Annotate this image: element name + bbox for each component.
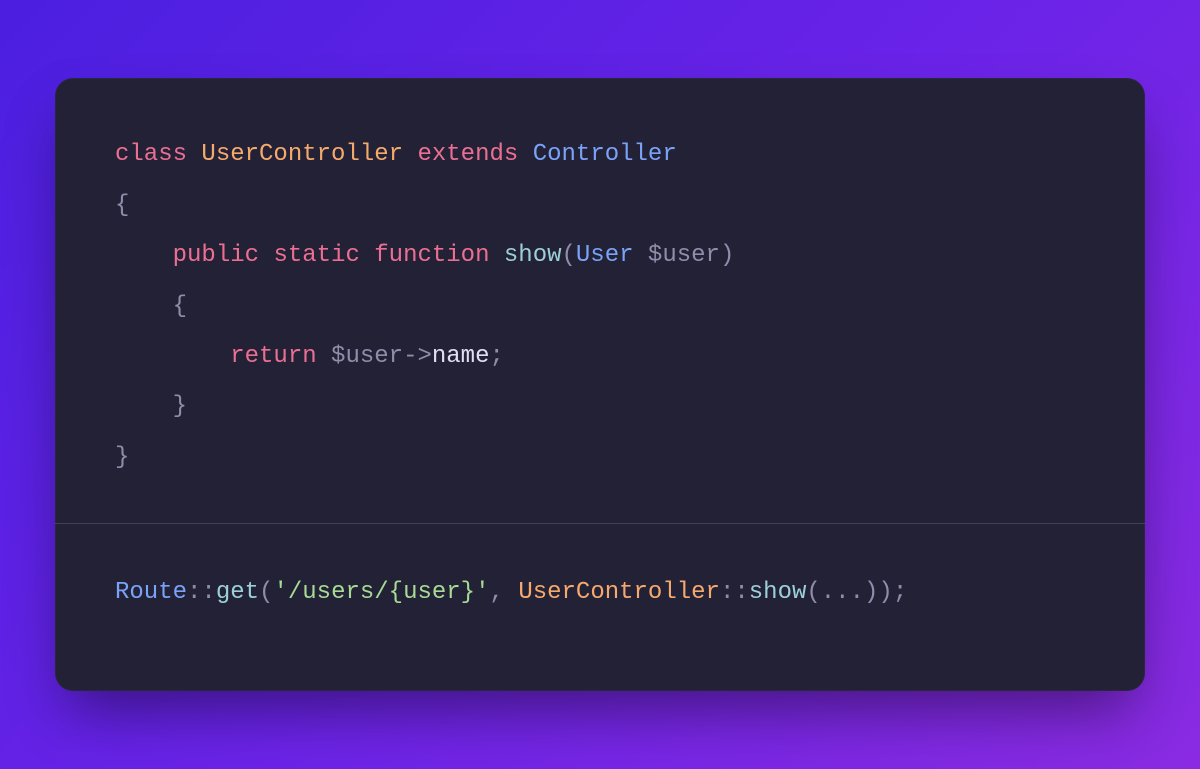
double-colon: :: xyxy=(720,579,749,606)
route-class: Route xyxy=(115,579,187,606)
code-line: { xyxy=(115,293,187,320)
keyword-static: static xyxy=(273,242,359,269)
brace-open: { xyxy=(115,192,129,219)
double-colon: :: xyxy=(187,579,216,606)
keyword-function: function xyxy=(374,242,489,269)
arrow-op: -> xyxy=(403,343,432,370)
indent xyxy=(115,293,173,320)
brace-close: } xyxy=(115,444,129,471)
show-method: show xyxy=(749,579,807,606)
paren-open: ( xyxy=(562,242,576,269)
keyword-extends: extends xyxy=(417,141,518,168)
code-card: class UserController extends Controller … xyxy=(55,78,1145,690)
code-line: { xyxy=(115,192,129,219)
base-class: Controller xyxy=(533,141,677,168)
paren-close: ) xyxy=(878,579,892,606)
semicolon: ; xyxy=(489,343,503,370)
function-name: show xyxy=(504,242,562,269)
keyword-class: class xyxy=(115,141,187,168)
keyword-public: public xyxy=(173,242,259,269)
controller-class: UserController xyxy=(518,579,720,606)
brace-open: { xyxy=(173,293,187,320)
variable: $user xyxy=(331,343,403,370)
get-method: get xyxy=(216,579,259,606)
route-string: '/users/{user}' xyxy=(273,579,489,606)
property: name xyxy=(432,343,490,370)
code-line: public static function show(User $user) xyxy=(115,242,734,269)
code-line: } xyxy=(115,444,129,471)
paren-close: ) xyxy=(720,242,734,269)
ellipsis: ... xyxy=(821,579,864,606)
paren-open: ( xyxy=(806,579,820,606)
paren-close: ) xyxy=(864,579,878,606)
code-line: Route::get('/users/{user}', UserControll… xyxy=(115,579,907,606)
brace-close: } xyxy=(173,393,187,420)
semicolon: ; xyxy=(893,579,907,606)
comma: , xyxy=(490,579,519,606)
code-pane-top: class UserController extends Controller … xyxy=(55,78,1145,523)
param-var: $user xyxy=(648,242,720,269)
code-pane-bottom: Route::get('/users/{user}', UserControll… xyxy=(55,524,1145,690)
paren-open: ( xyxy=(259,579,273,606)
keyword-return: return xyxy=(230,343,316,370)
param-type: User xyxy=(576,242,634,269)
indent xyxy=(115,393,173,420)
class-name: UserController xyxy=(201,141,403,168)
code-line: return $user->name; xyxy=(115,343,504,370)
code-line: class UserController extends Controller xyxy=(115,141,677,168)
code-line: } xyxy=(115,393,187,420)
indent xyxy=(115,242,173,269)
indent xyxy=(115,343,230,370)
